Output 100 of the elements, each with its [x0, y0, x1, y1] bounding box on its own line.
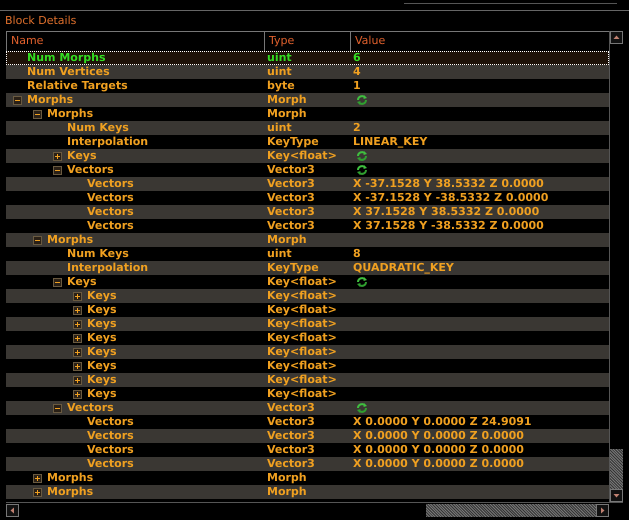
horizontal-scrollbar[interactable]: [6, 502, 623, 518]
expand-icon[interactable]: [73, 334, 82, 342]
tree-row[interactable]: Vectors Vector3 X 0.0000 Y 0.0000 Z 0.0000: [6, 429, 609, 443]
expand-icon[interactable]: [73, 348, 82, 356]
tree-row[interactable]: Num Keys uint 2: [6, 121, 609, 135]
collapse-icon[interactable]: [13, 96, 22, 104]
expand-icon[interactable]: [33, 488, 42, 496]
tree-row[interactable]: Vectors Vector3 X 37.1528 Y 38.5332 Z 0.0000: [6, 205, 609, 219]
type-cell: Key<float>: [267, 331, 337, 344]
name-cell: Morphs: [47, 471, 94, 485]
value-cell: X 37.1528 Y 38.5332 Z 0.0000: [353, 205, 540, 219]
type-cell: Vector3: [267, 415, 315, 428]
expand-icon[interactable]: [53, 152, 62, 160]
name-cell: Vectors: [67, 163, 114, 177]
value-cell: 6: [353, 51, 361, 65]
type-cell: Vector3: [267, 191, 315, 204]
name-cell: Keys: [87, 289, 117, 303]
tree-row[interactable]: Vectors Vector3: [6, 401, 609, 415]
name-cell: Keys: [67, 275, 97, 289]
type-cell: Vector3: [267, 205, 315, 218]
type-cell: uint: [267, 121, 292, 134]
name-cell: Keys: [87, 331, 117, 345]
tree-row[interactable]: Interpolation KeyType QUADRATIC_KEY: [6, 261, 609, 275]
tree-row[interactable]: Keys Key<float>: [6, 149, 609, 163]
expand-icon[interactable]: [73, 362, 82, 370]
type-cell: Morph: [267, 233, 307, 246]
scroll-down-icon[interactable]: [610, 489, 623, 502]
expand-icon[interactable]: [73, 306, 82, 314]
type-cell: Morph: [267, 485, 307, 498]
tree-row[interactable]: Morphs Morph: [6, 93, 609, 107]
name-cell: Vectors: [87, 415, 134, 429]
type-cell: Key<float>: [267, 149, 337, 162]
name-cell: Morphs: [27, 93, 74, 107]
value-cell: X 0.0000 Y 0.0000 Z 0.0000: [353, 457, 524, 471]
expand-icon[interactable]: [73, 376, 82, 384]
type-cell: Vector3: [267, 177, 315, 190]
type-cell: Vector3: [267, 401, 315, 414]
value-cell: 2: [353, 121, 361, 135]
tree-row[interactable]: Vectors Vector3 X 0.0000 Y 0.0000 Z 0.0000: [6, 457, 609, 471]
value-cell: X 0.0000 Y 0.0000 Z 0.0000: [353, 429, 524, 443]
type-cell: Key<float>: [267, 359, 337, 372]
value-cell: 1: [353, 79, 361, 93]
scroll-thumb[interactable]: [610, 449, 623, 489]
scroll-up-icon[interactable]: [610, 31, 623, 44]
type-cell: Vector3: [267, 443, 315, 456]
tree-row[interactable]: Keys Key<float>: [6, 317, 609, 331]
expand-icon[interactable]: [73, 390, 82, 398]
tree-row[interactable]: Morphs Morph: [6, 485, 609, 499]
type-cell: Key<float>: [267, 275, 337, 288]
name-cell: Num Keys: [67, 247, 129, 261]
value-cell: X 37.1528 Y -38.5332 Z 0.0000: [353, 219, 544, 233]
type-cell: uint: [267, 65, 292, 78]
expand-icon[interactable]: [33, 474, 42, 482]
name-cell: Vectors: [87, 457, 134, 471]
type-cell: Morph: [267, 471, 307, 484]
collapse-icon[interactable]: [33, 110, 42, 118]
name-cell: Vectors: [87, 429, 134, 443]
name-cell: Num Vertices: [27, 65, 110, 79]
tree-row[interactable]: Keys Key<float>: [6, 289, 609, 303]
name-cell: Morphs: [47, 485, 94, 499]
tree-row[interactable]: Morphs Morph: [6, 233, 609, 247]
name-cell: Num Keys: [67, 121, 129, 135]
panel-title: Block Details: [5, 12, 76, 29]
type-cell: Key<float>: [267, 303, 337, 316]
type-cell: Vector3: [267, 219, 315, 232]
name-cell: Keys: [67, 149, 97, 163]
collapse-icon[interactable]: [53, 278, 62, 286]
name-cell: Interpolation: [67, 135, 148, 149]
name-cell: Interpolation: [67, 261, 148, 275]
value-cell: X 0.0000 Y 0.0000 Z 24.9091: [353, 415, 532, 429]
name-cell: Keys: [87, 373, 117, 387]
collapse-icon[interactable]: [33, 236, 42, 244]
name-cell: Morphs: [47, 233, 94, 247]
name-cell: Morphs: [47, 107, 94, 121]
vertical-scrollbar[interactable]: [609, 31, 623, 502]
scroll-thumb[interactable]: [426, 504, 596, 517]
name-cell: Relative Targets: [27, 79, 128, 93]
tree-row[interactable]: Keys Key<float>: [6, 373, 609, 387]
name-cell: Vectors: [87, 219, 134, 233]
collapse-icon[interactable]: [53, 404, 62, 412]
type-cell: Key<float>: [267, 373, 337, 386]
tree-row[interactable]: Keys Key<float>: [6, 345, 609, 359]
tree-row[interactable]: Num Morphs uint 6: [6, 51, 609, 65]
scroll-right-icon[interactable]: [596, 504, 609, 517]
type-cell: Vector3: [267, 457, 315, 470]
value-cell: LINEAR_KEY: [353, 135, 428, 149]
collapse-icon[interactable]: [53, 166, 62, 174]
tree-row[interactable]: Vectors Vector3 X -37.1528 Y 38.5332 Z 0.0000: [6, 177, 609, 191]
name-cell: Vectors: [87, 191, 134, 205]
name-cell: Keys: [87, 345, 117, 359]
type-cell: byte: [267, 79, 295, 92]
expand-icon[interactable]: [73, 320, 82, 328]
scroll-left-icon[interactable]: [6, 504, 19, 517]
type-cell: Key<float>: [267, 387, 337, 400]
name-cell: Keys: [87, 359, 117, 373]
tree-row[interactable]: Num Vertices uint 4: [6, 65, 609, 79]
type-cell: Morph: [267, 93, 307, 106]
value-cell: X -37.1528 Y -38.5332 Z 0.0000: [353, 191, 548, 205]
type-cell: Vector3: [267, 163, 315, 176]
expand-icon[interactable]: [73, 292, 82, 300]
